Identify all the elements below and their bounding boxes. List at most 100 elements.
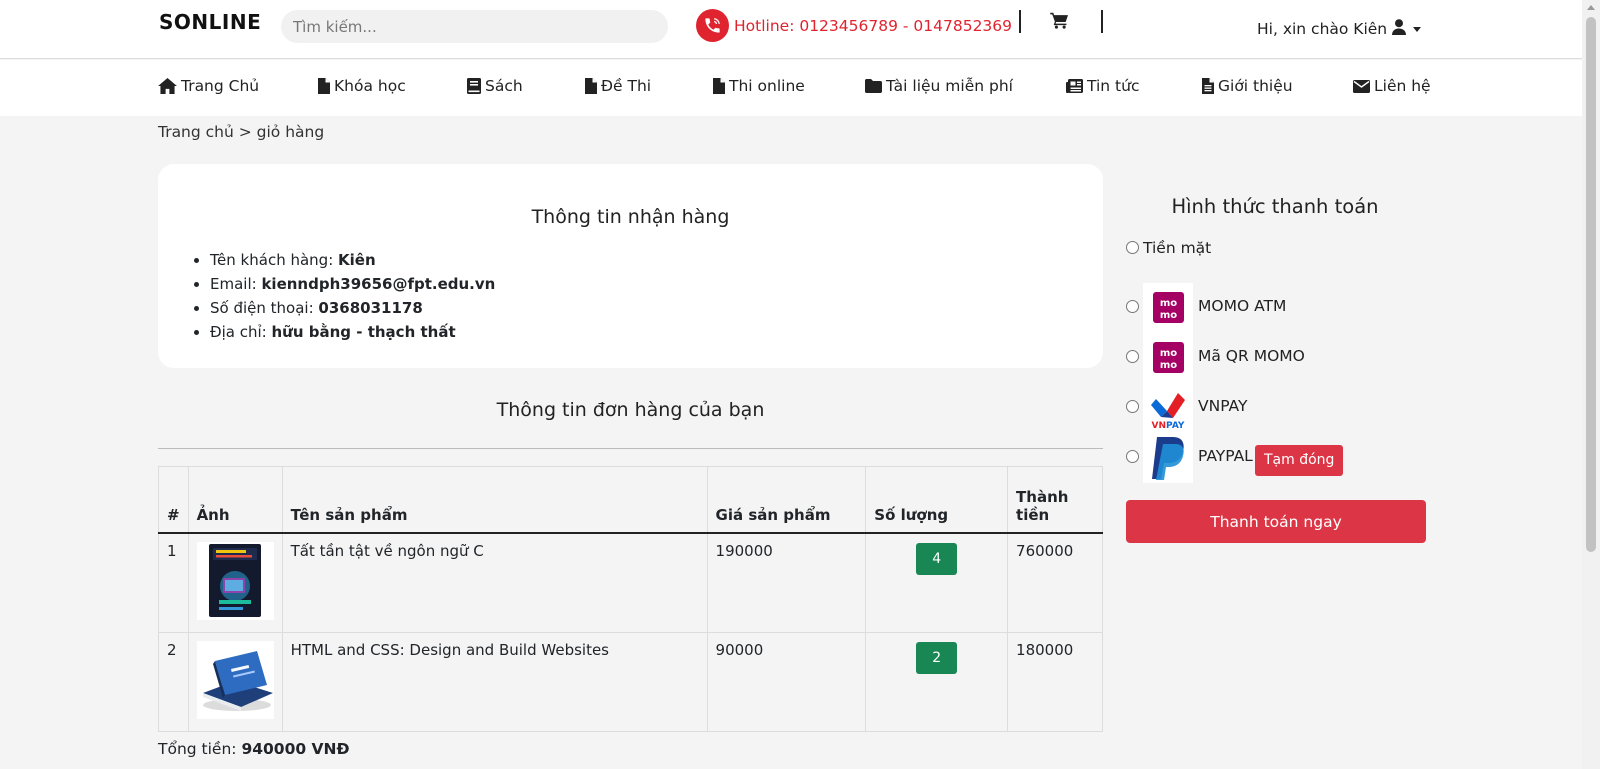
quantity-badge: 4	[916, 542, 958, 575]
product-image[interactable]	[187, 532, 283, 633]
paypal-logo	[1143, 433, 1193, 483]
quantity-cell: 4	[865, 532, 1009, 633]
nav-item-about[interactable]: Giới thiệu	[1202, 77, 1293, 95]
nav-item-books[interactable]: Sách	[467, 77, 523, 95]
row-index: 1	[158, 532, 189, 633]
site-logo[interactable]: SONLINE	[159, 10, 261, 34]
nav-item-news[interactable]: Tin tức	[1066, 77, 1139, 95]
receiver-info-card: Thông tin nhận hàng Tên khách hàng: Kiên…	[158, 164, 1103, 368]
file-icon	[713, 78, 725, 94]
paypal-closed-badge: Tạm đóng	[1255, 445, 1344, 476]
payment-label-cash: Tiền mặt	[1143, 239, 1212, 257]
nav-item-free-docs[interactable]: Tài liệu miễn phí	[865, 77, 1013, 95]
main-nav: Trang Chủ Khóa học Sách Đề Thi Thi onlin…	[0, 60, 1582, 116]
row-index: 2	[158, 631, 189, 732]
column-header: Tên sản phẩm	[281, 466, 708, 534]
top-header: SONLINE Hotline: 0123456789 - 0147852369…	[0, 0, 1582, 59]
search-input[interactable]	[281, 10, 668, 43]
column-header: Thành tiền	[1007, 466, 1103, 534]
receiver-info-list: Tên khách hàng: Kiên Email: kienndph3965…	[210, 248, 495, 344]
svg-text:mo: mo	[1160, 298, 1177, 309]
column-header: #	[158, 466, 189, 534]
total-amount: 940000 VNĐ	[241, 740, 350, 758]
folder-icon	[865, 79, 882, 93]
pay-now-button[interactable]: Thanh toán ngay	[1126, 500, 1426, 543]
envelope-icon	[1353, 79, 1370, 93]
svg-text:VNPAY: VNPAY	[1152, 421, 1185, 431]
payment-radio-paypal[interactable]	[1126, 450, 1139, 463]
nav-label: Đề Thi	[601, 77, 652, 95]
customer-email: Email: kienndph39656@fpt.edu.vn	[210, 272, 495, 296]
nav-label: Tài liệu miễn phí	[886, 77, 1013, 95]
file-text-icon	[1202, 78, 1214, 94]
product-name[interactable]: Tất tần tật về ngôn ngữ C	[281, 532, 708, 633]
nav-label: Sách	[485, 77, 523, 95]
nav-label: Thi online	[729, 77, 805, 95]
nav-item-contact[interactable]: Liên hệ	[1353, 77, 1431, 95]
nav-item-home[interactable]: Trang Chủ	[158, 77, 259, 95]
product-image[interactable]	[187, 631, 283, 732]
momo-logo: mo mo	[1143, 333, 1193, 383]
momo-logo: mo mo	[1143, 283, 1193, 333]
line-total: 180000	[1007, 631, 1103, 732]
user-menu[interactable]: Hi, xin chào Kiên	[1257, 19, 1422, 39]
table-header-row: # Ảnh Tên sản phẩm Giá sản phẩm Số lượng…	[158, 466, 1103, 534]
user-icon	[1387, 19, 1407, 39]
nav-label: Trang Chủ	[181, 77, 260, 95]
receiver-title: Thông tin nhận hàng	[531, 206, 730, 228]
column-header: Ảnh	[187, 466, 283, 534]
newspaper-icon	[1066, 79, 1083, 93]
payment-radio-momo-qr[interactable]	[1126, 350, 1139, 363]
hotline-text[interactable]: Hotline: 0123456789 - 0147852369	[734, 17, 1012, 35]
payment-radio-cash[interactable]	[1126, 241, 1139, 254]
table-row: 1 Tất tần tật về ngôn ngữ C 190000 4 760…	[158, 532, 1103, 633]
payment-radio-momo-atm[interactable]	[1126, 300, 1139, 313]
header-divider	[1101, 10, 1103, 33]
line-total: 760000	[1007, 532, 1103, 633]
payment-radio-vnpay[interactable]	[1126, 400, 1139, 413]
nav-label: Liên hệ	[1374, 77, 1431, 95]
file-icon	[318, 78, 330, 94]
customer-name: Tên khách hàng: Kiên	[210, 248, 495, 272]
divider	[158, 448, 1103, 449]
phone-icon	[696, 9, 729, 42]
hotline: Hotline: 0123456789 - 0147852369	[696, 9, 1012, 42]
cart-icon[interactable]	[1050, 12, 1069, 33]
nav-item-online-exam[interactable]: Thi online	[713, 77, 805, 95]
home-icon	[158, 78, 177, 94]
order-title: Thông tin đơn hàng của bạn	[496, 399, 765, 421]
product-name[interactable]: HTML and CSS: Design and Build Websites	[281, 631, 708, 732]
book-icon	[467, 78, 481, 94]
payment-label-paypal: PAYPAL	[1198, 447, 1253, 465]
payment-label-momo-qr: Mã QR MOMO	[1198, 347, 1305, 365]
svg-text:mo: mo	[1160, 360, 1177, 371]
svg-text:mo: mo	[1160, 348, 1177, 359]
nav-item-exams[interactable]: Đề Thi	[585, 77, 651, 95]
quantity-cell: 2	[865, 631, 1009, 732]
column-header: Giá sản phẩm	[706, 466, 867, 534]
payment-title: Hình thức thanh toán	[1171, 195, 1379, 218]
quantity-badge: 2	[916, 641, 958, 674]
nav-label: Giới thiệu	[1218, 77, 1293, 95]
svg-text:mo: mo	[1160, 310, 1177, 321]
product-price: 90000	[706, 631, 867, 732]
scrollbar-thumb[interactable]	[1586, 17, 1596, 552]
order-table: # Ảnh Tên sản phẩm Giá sản phẩm Số lượng…	[158, 466, 1103, 732]
greeting-text: Hi, xin chào Kiên	[1257, 20, 1388, 38]
nav-item-courses[interactable]: Khóa học	[318, 77, 406, 95]
order-total: Tổng tiền: 940000 VNĐ	[158, 740, 350, 758]
header-divider	[1019, 10, 1021, 33]
table-row: 2 HTML and CSS: Design and Build Website…	[158, 631, 1103, 732]
product-price: 190000	[706, 532, 867, 633]
nav-label: Khóa học	[334, 77, 406, 95]
scroll-up-icon[interactable]	[1587, 5, 1595, 10]
customer-phone: Số điện thoại: 0368031178	[210, 296, 495, 320]
customer-address: Địa chỉ: hữu bằng - thạch thất	[210, 320, 495, 344]
nav-label: Tin tức	[1087, 77, 1140, 95]
payment-label-vnpay: VNPAY	[1198, 397, 1248, 415]
payment-label-momo-atm: MOMO ATM	[1198, 297, 1287, 315]
breadcrumb[interactable]: Trang chủ > giỏ hàng	[158, 123, 324, 141]
chevron-down-icon	[1413, 26, 1422, 32]
file-icon	[585, 78, 597, 94]
page-scrollbar[interactable]	[1582, 0, 1600, 769]
